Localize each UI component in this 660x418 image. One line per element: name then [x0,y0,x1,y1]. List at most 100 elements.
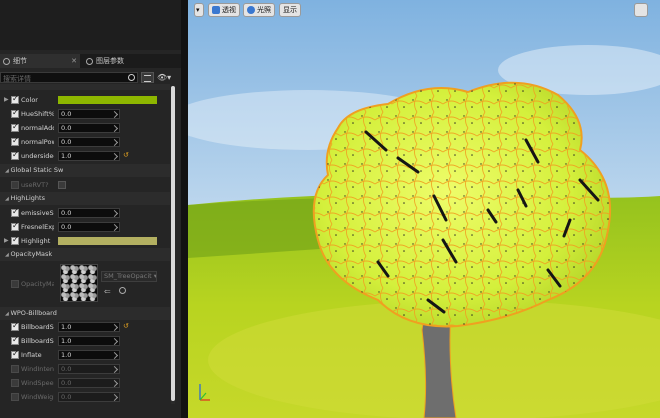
perspective-cube-icon [212,6,220,14]
row-billboard-scale: BillboardSc 1.0 ↺ [0,320,170,334]
row-emissive: emissiveSt 0.0 [0,206,170,220]
wind-intensity-checkbox[interactable] [11,365,19,373]
axis-gizmo [199,384,210,401]
normal-power-checkbox[interactable] [11,136,19,146]
row-normal-add: normalAdd 0.0 [0,121,170,135]
highlight-label: Highlight [21,237,51,245]
use-selected-arrow-icon[interactable]: ⇐ [104,287,111,296]
details-search-input[interactable]: 搜索详情 [0,72,138,83]
normal-add-checkbox[interactable] [11,122,19,132]
emissive-label: emissiveSt [21,209,54,217]
opacity-mask-checkbox[interactable] [11,280,19,288]
wind-weight-field[interactable]: 0.0 [58,392,120,402]
fresnel-checkbox[interactable] [11,221,19,231]
highlight-checkbox[interactable] [11,235,19,245]
billboard-scale-field[interactable]: 1.0 [58,322,120,332]
normal-power-field[interactable]: 0.0 [58,137,120,147]
wind-intensity-label: WindIntensi [21,365,54,373]
category-wpo-billboard[interactable]: WPO-Billboard [0,307,170,320]
inflate-label: Inflate [21,351,42,359]
billboard-scale-checkbox[interactable] [11,321,19,331]
search-placeholder: 搜索详情 [3,75,31,83]
expand-arrow-icon[interactable]: ▶ [4,96,9,103]
underside-checkbox[interactable] [11,150,19,160]
wind-weight-label: WindWeight [21,393,54,401]
lit-mode-button[interactable]: 光照 [243,3,275,17]
panel-splitter[interactable] [181,0,188,418]
category-highlights[interactable]: HighLights [0,192,170,205]
row-fresnel: FresnelExp 0.0 [0,220,170,234]
row-normal-power: normalPow 0.0 [0,135,170,149]
layers-icon [86,57,93,65]
inflate-checkbox[interactable] [11,349,19,359]
texture-asset-combo[interactable]: SM_TreeOpacit ▾ [101,271,157,282]
show-button[interactable]: 显示 [279,3,301,17]
lit-label: 光照 [257,6,271,14]
viewport-corner-button[interactable] [634,3,648,17]
inflate-field[interactable]: 1.0 [58,350,120,360]
perspective-label: 透视 [222,6,236,14]
reset-to-default-icon[interactable]: ↺ [123,151,129,159]
row-use-rvt: useRVT? [0,178,170,192]
row-wind-speed: WindSpeed 0.0 [0,376,170,390]
hue-shift-checkbox[interactable] [11,108,19,118]
lit-sphere-icon [247,6,255,14]
billboard-size-checkbox[interactable] [11,335,19,345]
underside-field[interactable]: 1.0 [58,151,120,161]
row-hue-shift: HueShift% 0.0 [0,107,170,121]
row-underside: undersidec 1.0 ↺ [0,149,170,163]
fresnel-label: FresnelExp [21,223,54,231]
use-rvt-override-checkbox[interactable] [11,181,19,189]
wind-speed-field[interactable]: 0.0 [58,378,120,388]
hue-shift-label: HueShift% [21,110,54,118]
wind-speed-checkbox[interactable] [11,379,19,387]
wireframe-overlay [313,82,611,327]
normal-add-label: normalAdd [21,124,54,132]
details-scrollbar[interactable] [171,86,175,404]
category-opacity-mask-top[interactable] [0,84,170,90]
emissive-field[interactable]: 0.0 [58,208,120,218]
property-matrix-button[interactable] [141,72,154,83]
show-label: 显示 [283,6,297,14]
texture-thumbnail[interactable] [60,264,98,302]
category-opacity-mask[interactable]: OpacityMask [0,248,170,261]
search-icon[interactable] [128,74,135,81]
material-preview-viewport[interactable]: ▾ 透视 光照 显示 [188,0,660,418]
row-highlight: ▶ Highlight [0,234,170,248]
close-icon[interactable]: ✕ [71,57,77,65]
expand-arrow-icon[interactable]: ▶ [4,237,9,244]
use-rvt-label: useRVT? [21,181,49,189]
hue-shift-field[interactable]: 0.0 [58,109,120,119]
row-opacity-mask-texture: OpacityMas SM_TreeOpacit ▾ ⇐ [0,263,170,307]
row-inflate: Inflate 1.0 [0,348,170,362]
viewport-options-dropdown[interactable]: ▾ [194,3,204,17]
highlight-color-swatch[interactable] [58,237,157,245]
details-search-icon [3,57,10,65]
tab-details[interactable]: 细节 ✕ [0,54,80,68]
billboard-size-field[interactable]: 1.0 [58,336,120,346]
wind-weight-checkbox[interactable] [11,393,19,401]
underside-label: undersidec [21,152,54,160]
color-swatch[interactable] [58,96,157,104]
category-highlights-label: HighLights [5,194,45,202]
scrollbar-thumb[interactable] [171,86,175,401]
details-tab-bar: 细节 ✕ 图层参数 [0,54,181,68]
color-checkbox[interactable] [11,94,19,104]
tab-layer-params-label: 图层参数 [96,57,124,65]
category-global-static[interactable]: Global Static Sw [0,164,170,177]
category-opacity-mask-label: OpacityMask [5,250,52,258]
tab-layer-params[interactable]: 图层参数 [83,54,179,68]
use-rvt-value-checkbox[interactable] [58,181,66,189]
perspective-button[interactable]: 透视 [208,3,240,17]
view-options-eye-icon[interactable]: 👁▾ [157,73,177,83]
texture-name: SM_TreeOpacit [104,272,152,280]
panel-top-area [0,0,181,50]
reset-to-default-icon[interactable]: ↺ [123,322,129,330]
emissive-checkbox[interactable] [11,207,19,217]
normal-add-field[interactable]: 0.0 [58,123,120,133]
preview-scene [188,0,660,418]
fresnel-field[interactable]: 0.0 [58,222,120,232]
wind-intensity-field[interactable]: 0.0 [58,364,120,374]
browse-search-icon[interactable] [119,287,126,294]
tab-details-label: 细节 [13,57,27,65]
